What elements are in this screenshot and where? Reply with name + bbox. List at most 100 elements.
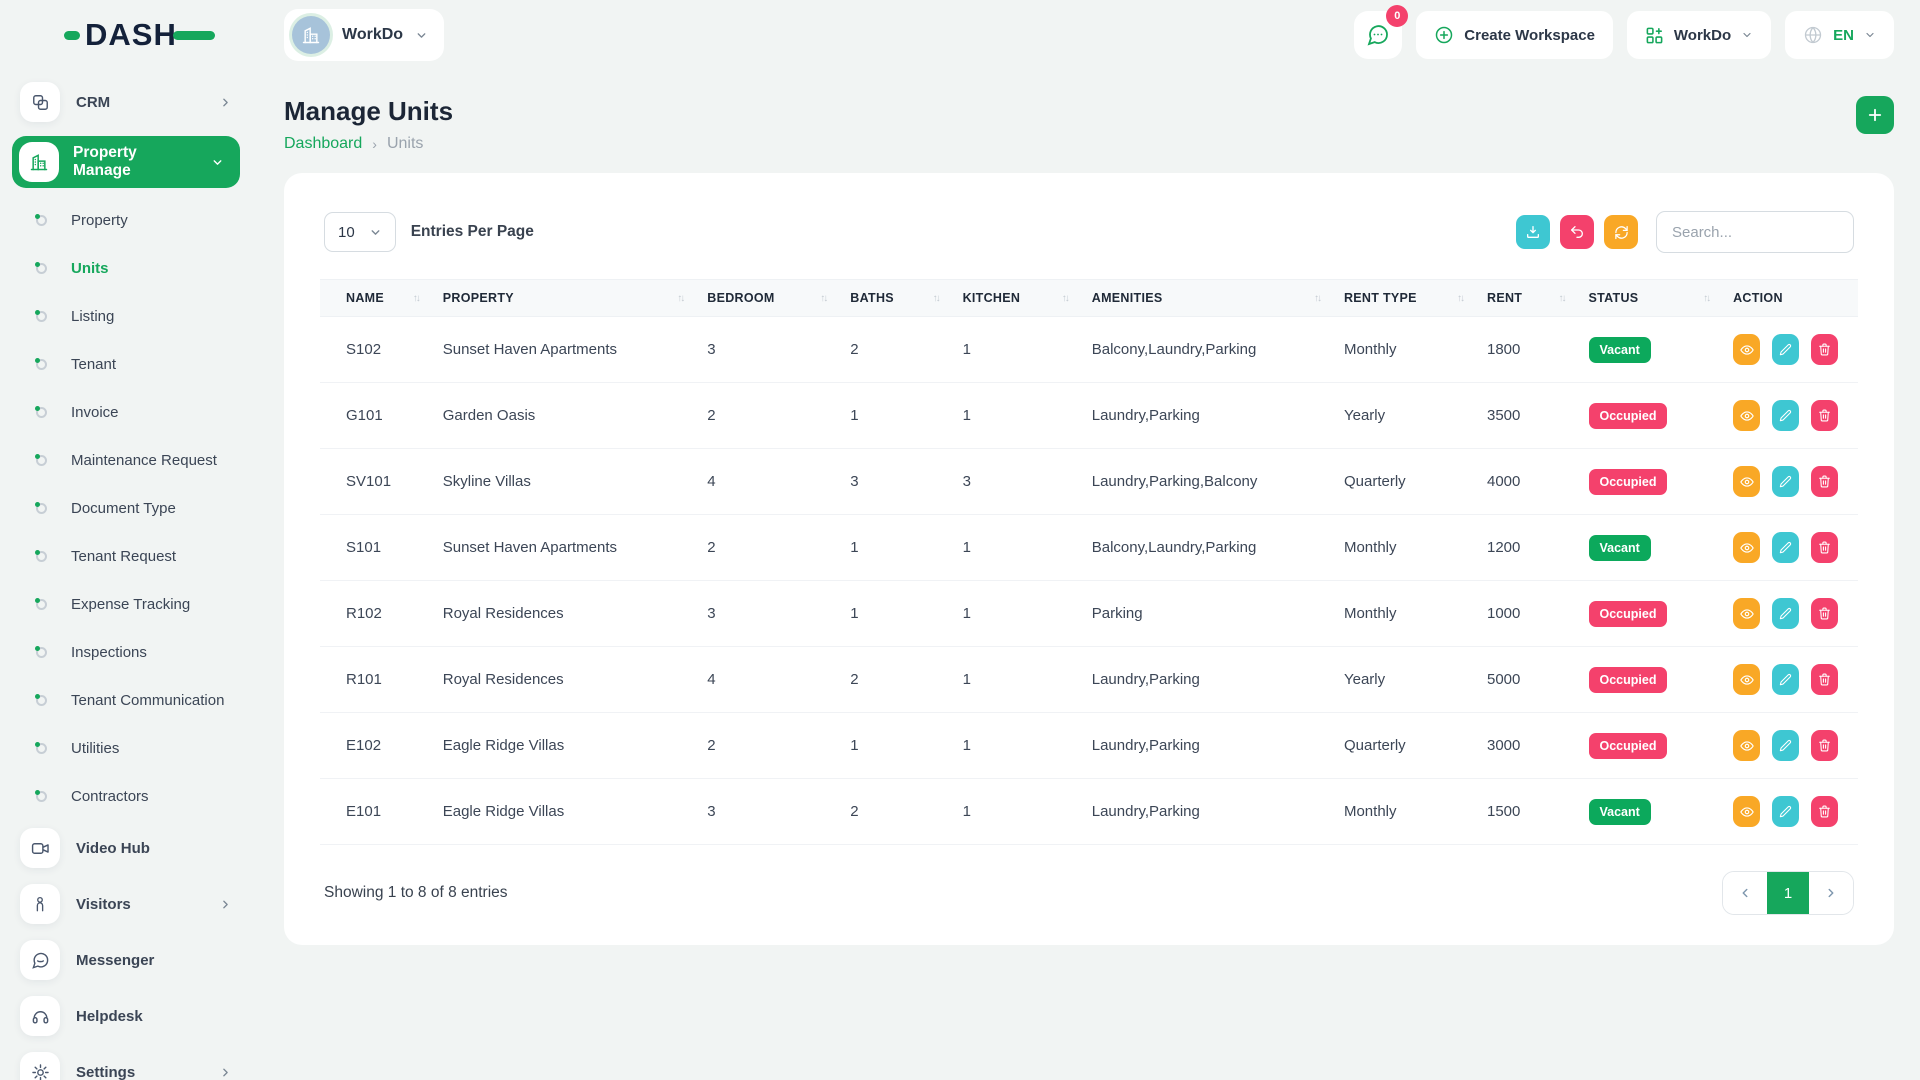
view-button[interactable] xyxy=(1733,466,1760,497)
logo-text: DASH xyxy=(85,17,177,53)
pencil-icon xyxy=(1779,607,1792,620)
export-button[interactable] xyxy=(1516,215,1550,249)
sidebar-item-visitors[interactable]: Visitors xyxy=(12,876,284,932)
submenu-bullet-icon xyxy=(36,599,47,610)
column-header-rent-type[interactable]: RENT TYPE↑↓ xyxy=(1332,280,1475,317)
edit-button[interactable] xyxy=(1772,466,1799,497)
chat-icon xyxy=(1366,23,1390,47)
sort-icon: ↑↓ xyxy=(1314,293,1320,304)
delete-button[interactable] xyxy=(1811,664,1838,695)
column-header-kitchen[interactable]: KITCHEN↑↓ xyxy=(951,280,1080,317)
unit-property: Sunset Haven Apartments xyxy=(431,317,696,383)
sidebar-item-tenant-request[interactable]: Tenant Request xyxy=(12,532,284,580)
sidebar-item-inspections[interactable]: Inspections xyxy=(12,628,284,676)
edit-button[interactable] xyxy=(1772,730,1799,761)
sidebar-item-listing[interactable]: Listing xyxy=(12,292,284,340)
delete-button[interactable] xyxy=(1811,532,1838,563)
delete-button[interactable] xyxy=(1811,334,1838,365)
sidebar-item-contractors[interactable]: Contractors xyxy=(12,772,284,820)
sidebar-item-property-manage[interactable]: Property Manage xyxy=(12,136,240,188)
entries-per-page-select[interactable]: 10 xyxy=(324,212,396,252)
delete-button[interactable] xyxy=(1811,400,1838,431)
search-input[interactable] xyxy=(1656,211,1854,253)
next-page-button[interactable] xyxy=(1809,872,1853,914)
unit-amenities: Laundry,Parking xyxy=(1080,713,1332,779)
delete-button[interactable] xyxy=(1811,796,1838,827)
sidebar-item-maintenance-request[interactable]: Maintenance Request xyxy=(12,436,284,484)
trash-icon xyxy=(1818,739,1831,752)
sidebar-item-invoice[interactable]: Invoice xyxy=(12,388,284,436)
sidebar-item-video-hub[interactable]: Video Hub xyxy=(12,820,284,876)
unit-name: R101 xyxy=(320,647,431,713)
chevron-right-icon xyxy=(219,96,232,109)
current-page-button[interactable]: 1 xyxy=(1767,872,1809,914)
delete-button[interactable] xyxy=(1811,730,1838,761)
edit-button[interactable] xyxy=(1772,334,1799,365)
submenu-bullet-icon xyxy=(36,503,47,514)
sidebar-item-tenant[interactable]: Tenant xyxy=(12,340,284,388)
sidebar-item-crm[interactable]: CRM xyxy=(12,74,284,130)
sidebar-item-messenger[interactable]: Messenger xyxy=(12,932,284,988)
column-header-bedroom[interactable]: BEDROOM↑↓ xyxy=(695,280,838,317)
workspace-switcher[interactable]: WorkDo xyxy=(284,9,444,61)
trash-icon xyxy=(1818,343,1831,356)
column-header-property[interactable]: PROPERTY↑↓ xyxy=(431,280,696,317)
pencil-icon xyxy=(1779,673,1792,686)
unit-bedroom: 3 xyxy=(695,779,838,845)
pencil-icon xyxy=(1779,409,1792,422)
unit-rent: 1200 xyxy=(1475,515,1577,581)
unit-kitchen: 1 xyxy=(951,515,1080,581)
sidebar-item-helpdesk[interactable]: Helpdesk xyxy=(12,988,284,1044)
unit-bedroom: 2 xyxy=(695,383,838,449)
status-badge: Occupied xyxy=(1589,403,1668,429)
unit-rent-type: Monthly xyxy=(1332,581,1475,647)
unit-name: R102 xyxy=(320,581,431,647)
edit-button[interactable] xyxy=(1772,532,1799,563)
edit-button[interactable] xyxy=(1772,796,1799,827)
add-unit-button[interactable] xyxy=(1856,96,1894,134)
sidebar-item-property[interactable]: Property xyxy=(12,196,284,244)
column-header-status[interactable]: STATUS↑↓ xyxy=(1577,280,1722,317)
previous-page-button[interactable] xyxy=(1723,872,1767,914)
edit-button[interactable] xyxy=(1772,598,1799,629)
unit-rent-type: Yearly xyxy=(1332,647,1475,713)
view-button[interactable] xyxy=(1733,598,1760,629)
unit-kitchen: 1 xyxy=(951,581,1080,647)
submenu-bullet-icon xyxy=(36,359,47,370)
view-button[interactable] xyxy=(1733,664,1760,695)
delete-button[interactable] xyxy=(1811,598,1838,629)
view-button[interactable] xyxy=(1733,730,1760,761)
status-badge: Occupied xyxy=(1589,667,1668,693)
view-button[interactable] xyxy=(1733,796,1760,827)
column-header-baths[interactable]: BATHS↑↓ xyxy=(838,280,950,317)
edit-button[interactable] xyxy=(1772,400,1799,431)
language-selector[interactable]: EN xyxy=(1785,11,1894,59)
unit-kitchen: 1 xyxy=(951,779,1080,845)
workspace-menu[interactable]: WorkDo xyxy=(1627,11,1771,59)
breadcrumb-dashboard-link[interactable]: Dashboard xyxy=(284,135,362,153)
unit-baths: 2 xyxy=(838,779,950,845)
reset-button[interactable] xyxy=(1560,215,1594,249)
unit-amenities: Laundry,Parking,Balcony xyxy=(1080,449,1332,515)
unit-baths: 2 xyxy=(838,647,950,713)
sidebar-item-units[interactable]: Units xyxy=(12,244,284,292)
edit-button[interactable] xyxy=(1772,664,1799,695)
column-header-amenities[interactable]: AMENITIES↑↓ xyxy=(1080,280,1332,317)
pencil-icon xyxy=(1779,343,1792,356)
table-row: E101 Eagle Ridge Villas 3 2 1 Laundry,Pa… xyxy=(320,779,1858,845)
column-header-rent[interactable]: RENT↑↓ xyxy=(1475,280,1577,317)
messages-button[interactable]: 0 xyxy=(1354,11,1402,59)
sidebar-item-document-type[interactable]: Document Type xyxy=(12,484,284,532)
submenu-bullet-icon xyxy=(36,647,47,658)
sidebar-item-utilities[interactable]: Utilities xyxy=(12,724,284,772)
sidebar-item-expense-tracking[interactable]: Expense Tracking xyxy=(12,580,284,628)
column-header-name[interactable]: NAME↑↓ xyxy=(320,280,431,317)
delete-button[interactable] xyxy=(1811,466,1838,497)
view-button[interactable] xyxy=(1733,334,1760,365)
sidebar-item-settings[interactable]: Settings xyxy=(12,1044,284,1080)
refresh-button[interactable] xyxy=(1604,215,1638,249)
view-button[interactable] xyxy=(1733,400,1760,431)
view-button[interactable] xyxy=(1733,532,1760,563)
create-workspace-button[interactable]: Create Workspace xyxy=(1416,11,1613,59)
sidebar-item-tenant-communication[interactable]: Tenant Communication xyxy=(12,676,284,724)
